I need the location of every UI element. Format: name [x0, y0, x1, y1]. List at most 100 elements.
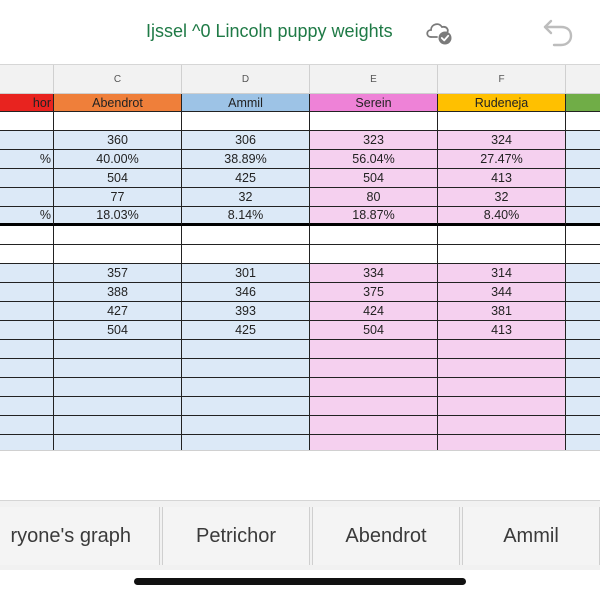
- cell[interactable]: %: [0, 207, 54, 226]
- cell[interactable]: [54, 397, 182, 416]
- cell[interactable]: [438, 226, 566, 245]
- cell[interactable]: 413: [438, 321, 566, 340]
- cell[interactable]: [566, 112, 600, 131]
- cell[interactable]: 427: [54, 302, 182, 321]
- column-letter[interactable]: C: [54, 65, 182, 95]
- cell[interactable]: [566, 435, 600, 450]
- cell[interactable]: [310, 359, 438, 378]
- cell[interactable]: [54, 416, 182, 435]
- cell[interactable]: 425: [182, 169, 310, 188]
- cell[interactable]: [438, 435, 566, 450]
- cell[interactable]: 32: [438, 188, 566, 207]
- cell[interactable]: %: [0, 150, 54, 169]
- cell[interactable]: [438, 397, 566, 416]
- cell[interactable]: [438, 112, 566, 131]
- cell[interactable]: 8.40%: [438, 207, 566, 226]
- cell[interactable]: [310, 245, 438, 264]
- cell[interactable]: [310, 340, 438, 359]
- cell[interactable]: Serein: [310, 94, 438, 112]
- cell[interactable]: [438, 340, 566, 359]
- cell[interactable]: [0, 340, 54, 359]
- cell[interactable]: [54, 435, 182, 450]
- cell[interactable]: [566, 207, 600, 226]
- cell[interactable]: [566, 302, 600, 321]
- cell[interactable]: [566, 226, 600, 245]
- column-letter[interactable]: E: [310, 65, 438, 95]
- cell[interactable]: 77: [54, 188, 182, 207]
- cell[interactable]: 360: [54, 131, 182, 150]
- cell[interactable]: Abendrot: [54, 94, 182, 112]
- cell[interactable]: 388: [54, 283, 182, 302]
- cell[interactable]: 56.04%: [310, 150, 438, 169]
- cell[interactable]: [566, 378, 600, 397]
- cell[interactable]: [182, 340, 310, 359]
- cell[interactable]: [182, 435, 310, 450]
- cell[interactable]: [182, 378, 310, 397]
- cloud-check-icon[interactable]: [424, 18, 454, 46]
- cell[interactable]: 80: [310, 188, 438, 207]
- cell[interactable]: 504: [310, 169, 438, 188]
- cell[interactable]: [0, 112, 54, 131]
- cell[interactable]: [310, 435, 438, 450]
- sheet-tab[interactable]: Abendrot: [312, 507, 460, 565]
- cell[interactable]: [182, 416, 310, 435]
- cell[interactable]: [54, 112, 182, 131]
- cell[interactable]: 413: [438, 169, 566, 188]
- cell[interactable]: 381: [438, 302, 566, 321]
- cell[interactable]: [0, 397, 54, 416]
- sheet-tab[interactable]: Ammil: [462, 507, 600, 565]
- cell[interactable]: [566, 321, 600, 340]
- cell[interactable]: 323: [310, 131, 438, 150]
- cell[interactable]: 40.00%: [54, 150, 182, 169]
- cell[interactable]: [566, 169, 600, 188]
- cell[interactable]: 27.47%: [438, 150, 566, 169]
- cell[interactable]: [566, 94, 600, 112]
- cell[interactable]: [310, 112, 438, 131]
- column-letter[interactable]: [566, 65, 600, 95]
- cell[interactable]: [438, 245, 566, 264]
- column-letter[interactable]: F: [438, 65, 566, 95]
- cell[interactable]: 375: [310, 283, 438, 302]
- cell[interactable]: [182, 397, 310, 416]
- cell[interactable]: [182, 226, 310, 245]
- cell[interactable]: [0, 226, 54, 245]
- cell[interactable]: [0, 283, 54, 302]
- cell[interactable]: [566, 283, 600, 302]
- cell[interactable]: 425: [182, 321, 310, 340]
- cell[interactable]: [566, 359, 600, 378]
- cell[interactable]: [566, 397, 600, 416]
- column-letter[interactable]: D: [182, 65, 310, 95]
- cell[interactable]: [0, 264, 54, 283]
- cell[interactable]: [566, 188, 600, 207]
- cell[interactable]: [310, 397, 438, 416]
- cell[interactable]: [54, 378, 182, 397]
- cell[interactable]: [438, 416, 566, 435]
- cell[interactable]: 314: [438, 264, 566, 283]
- cell[interactable]: Ammil: [182, 94, 310, 112]
- cell[interactable]: [566, 264, 600, 283]
- cell[interactable]: [0, 131, 54, 150]
- cell[interactable]: 393: [182, 302, 310, 321]
- cell[interactable]: 324: [438, 131, 566, 150]
- cell[interactable]: [182, 245, 310, 264]
- cell[interactable]: [0, 169, 54, 188]
- cell[interactable]: [566, 150, 600, 169]
- sheet-tab[interactable]: ryone's graph: [0, 507, 160, 565]
- cell[interactable]: [566, 245, 600, 264]
- cell[interactable]: [566, 131, 600, 150]
- cell[interactable]: 504: [310, 321, 438, 340]
- cell[interactable]: 504: [54, 321, 182, 340]
- cell[interactable]: 18.03%: [54, 207, 182, 226]
- cell[interactable]: [310, 416, 438, 435]
- document-title[interactable]: Ijssel ^0 Lincoln puppy weights: [146, 21, 393, 42]
- cell[interactable]: 38.89%: [182, 150, 310, 169]
- cell[interactable]: [438, 378, 566, 397]
- cell[interactable]: [310, 378, 438, 397]
- cell[interactable]: 346: [182, 283, 310, 302]
- cell[interactable]: [182, 112, 310, 131]
- cell[interactable]: 32: [182, 188, 310, 207]
- cell[interactable]: [54, 359, 182, 378]
- cell[interactable]: [566, 340, 600, 359]
- cell[interactable]: 18.87%: [310, 207, 438, 226]
- cell[interactable]: hor: [0, 94, 54, 112]
